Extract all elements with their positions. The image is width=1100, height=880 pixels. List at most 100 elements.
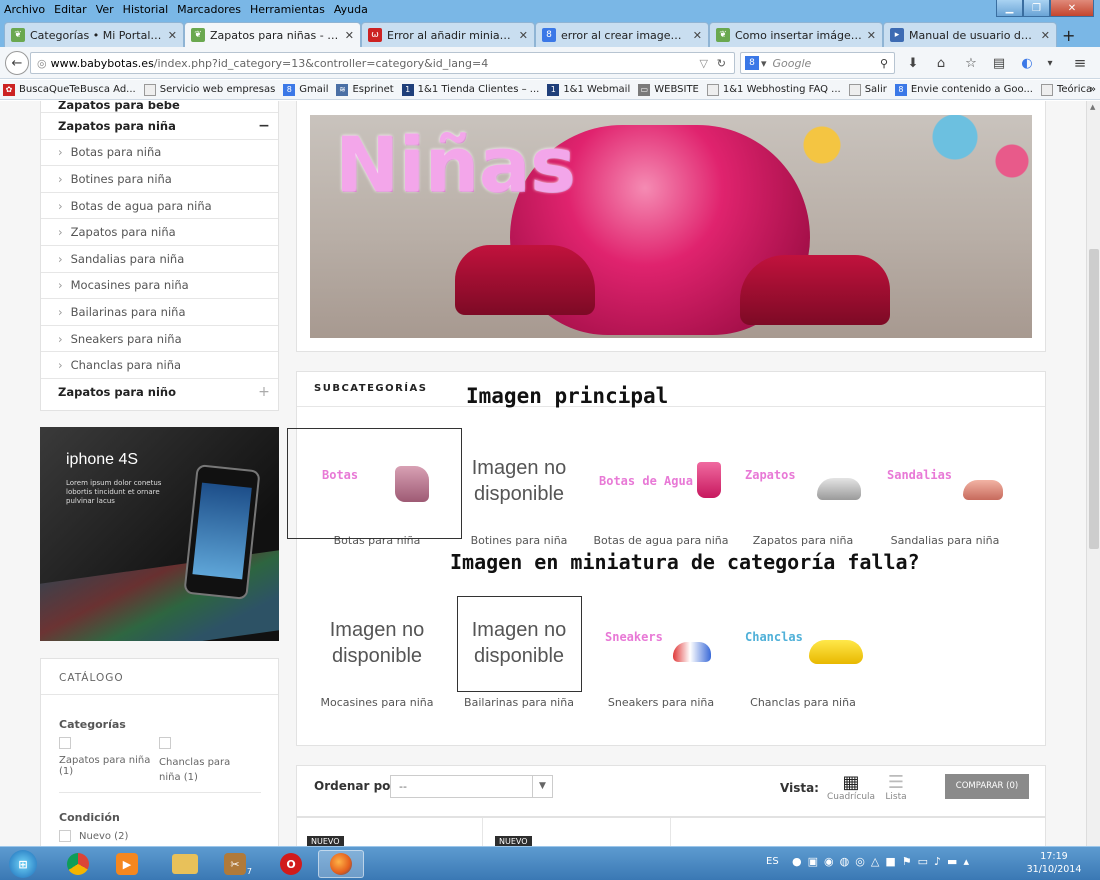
category-zapatos-bebe[interactable]: Zapatos para bebe — [41, 101, 278, 112]
maximize-button[interactable]: ❐ — [1023, 0, 1050, 17]
scrollbar-thumb[interactable] — [1089, 249, 1099, 549]
menu-editar[interactable]: Editar — [54, 3, 87, 16]
subcategory-zapatos[interactable]: Zapatos Zapatos para niña — [733, 436, 873, 547]
tab-insertar-imagenes[interactable]: ❦ Como insertar imágenes ... ✕ — [709, 22, 883, 47]
orange-tray-icon[interactable]: ■ — [885, 855, 895, 868]
update-tray-icon[interactable]: ◉ — [824, 855, 834, 868]
bookmark-servicio-web[interactable]: Servicio web empresas — [143, 83, 275, 96]
language-indicator[interactable]: ES — [766, 856, 779, 867]
subcategory-link[interactable]: › Chanclas para niña — [41, 351, 278, 378]
back-button[interactable]: ← — [5, 51, 29, 75]
menu-ayuda[interactable]: Ayuda — [334, 3, 368, 16]
subcategory-link[interactable]: › Botines para niña — [41, 165, 278, 192]
tab-zapatos-ninas[interactable]: ❦ Zapatos para niñas - Mi P... ✕ — [184, 22, 361, 47]
taskbar-media[interactable]: ▶ — [104, 850, 150, 878]
list-view-button[interactable]: ☰ Lista — [879, 774, 913, 803]
download-icon[interactable]: ⬇ — [904, 52, 922, 74]
subcategory-link[interactable]: › Bailarinas para niña — [41, 298, 278, 325]
bookmark-website[interactable]: ▭ WEBSITE — [638, 83, 699, 96]
flag-tray-icon[interactable]: ⚑ — [902, 855, 912, 868]
subcategory-thumbnail[interactable]: Botas de Agua — [591, 436, 731, 526]
battery-tray-icon[interactable]: ▬ — [947, 855, 957, 868]
search-icon[interactable]: ⚲ — [880, 57, 888, 70]
product-card[interactable]: NUEVO — [307, 818, 483, 846]
subcategory-thumbnail[interactable]: Zapatos — [733, 436, 873, 526]
close-window-button[interactable]: ✕ — [1050, 0, 1094, 17]
subcategory-sandalias[interactable]: Sandalias Sandalias para niña — [875, 436, 1015, 547]
taskbar-tools[interactable]: ✂ 7 — [212, 850, 258, 878]
menu-marcadores[interactable]: Marcadores — [177, 3, 241, 16]
warning-tray-icon[interactable]: △ — [871, 855, 879, 868]
bookmark-envie-contenido[interactable]: 8 Envie contenido a Goo... — [894, 83, 1033, 96]
tab-manual-usuario[interactable]: ▸ Manual de usuario de Pre... ✕ — [883, 22, 1057, 47]
grid-view-button[interactable]: ▦ Cuadrícula — [825, 774, 877, 803]
subcategory-thumbnail[interactable]: Chanclas — [733, 598, 873, 688]
bookmark-buscaquetebusca[interactable]: ✿ BuscaQueTeBusca Ad... — [3, 83, 136, 96]
search-bar[interactable]: 8 ▾ Google ⚲ — [740, 52, 895, 74]
category-zapatos-nino[interactable]: Zapatos para niño + — [41, 377, 278, 405]
chrome-tray-icon[interactable]: ● — [792, 855, 802, 868]
scroll-up-icon[interactable]: ▲ — [1090, 103, 1095, 111]
subcategory-thumbnail[interactable]: Sandalias — [875, 436, 1015, 526]
page-scrollbar[interactable]: ▲ — [1086, 101, 1100, 846]
subcategory-label[interactable]: Sneakers para niña — [591, 696, 731, 709]
subcategory-label[interactable]: Mocasines para niña — [307, 696, 447, 709]
subcategory-link[interactable]: › Mocasines para niña — [41, 271, 278, 299]
iphone-ad-banner[interactable]: iphone 4S Lorem ipsum dolor conetus lobo… — [40, 427, 279, 641]
subcategory-sneakers[interactable]: Sneakers Sneakers para niña — [591, 598, 731, 709]
filter-checkbox-chanclas[interactable] — [159, 737, 171, 749]
clock[interactable]: 17:19 31/10/2014 — [1020, 850, 1088, 876]
bookmark-gmail[interactable]: 8 Gmail — [283, 83, 328, 96]
subcategory-link[interactable]: › Botas de agua para niña — [41, 191, 278, 219]
tab-categorias[interactable]: ❦ Categorías • Mi Portal/C... ✕ — [4, 22, 184, 47]
close-tab-icon[interactable]: ✕ — [693, 29, 702, 42]
addon-icon[interactable]: ◐ — [1018, 52, 1036, 74]
subcategory-link[interactable]: › Botas para niña — [41, 138, 278, 166]
compare-button[interactable]: COMPARAR (0) — [945, 774, 1029, 799]
taskbar-firefox[interactable] — [318, 850, 364, 878]
menu-historial[interactable]: Historial — [123, 3, 168, 16]
chevron-down-icon[interactable]: ▾ — [1044, 52, 1056, 74]
bookmark-salir[interactable]: Salir — [848, 83, 887, 96]
taskbar-chrome[interactable] — [55, 850, 101, 878]
minimize-button[interactable]: ▁ — [996, 0, 1023, 17]
monitor-tray-icon[interactable]: ▣ — [808, 855, 818, 868]
subcategory-label[interactable]: Chanclas para niña — [733, 696, 873, 709]
subcategory-botines[interactable]: Imagen no disponible Botines para niña — [449, 436, 589, 547]
bookmark-teorica[interactable]: Teórica — [1040, 83, 1092, 96]
bookmark-1and1-faq[interactable]: 1&1 Webhosting FAQ ... — [706, 83, 841, 96]
taskbar-explorer[interactable] — [162, 850, 208, 878]
subcategory-label[interactable]: Botas de agua para niña — [591, 534, 731, 547]
menu-herramientas[interactable]: Herramientas — [250, 3, 325, 16]
subcategory-chanclas[interactable]: Chanclas Chanclas para niña — [733, 598, 873, 709]
subcategory-botas-agua[interactable]: Botas de Agua Botas de agua para niña — [591, 436, 731, 547]
subcategory-label[interactable]: Sandalias para niña — [875, 534, 1015, 547]
filter-checkbox-nuevo[interactable] — [59, 830, 71, 842]
subcategory-label[interactable]: Botines para niña — [449, 534, 589, 547]
tab-error-imagen[interactable]: 8 error al crear imagen sub... ✕ — [535, 22, 709, 47]
subcategory-link[interactable]: › Sandalias para niña — [41, 244, 278, 272]
network-tray-icon[interactable]: ▭ — [918, 855, 928, 868]
app-tray-icon[interactable]: ◍ — [840, 855, 850, 868]
collapse-icon[interactable]: − — [250, 118, 278, 134]
subcategory-link[interactable]: › Zapatos para niña — [41, 218, 278, 245]
menu-archivo[interactable]: Archivo — [4, 3, 45, 16]
subcategory-label[interactable]: Zapatos para niña — [733, 534, 873, 547]
sort-select[interactable]: -- ▼ — [390, 775, 553, 798]
more-bookmarks-icon[interactable]: » — [1090, 84, 1096, 95]
home-icon[interactable]: ⌂ — [932, 52, 950, 74]
expand-icon[interactable]: + — [250, 384, 278, 400]
signal-tray-icon[interactable]: ▴ — [963, 855, 969, 868]
bookmark-1and1-webmail[interactable]: 1 1&1 Webmail — [547, 83, 630, 96]
menu-ver[interactable]: Ver — [96, 3, 114, 16]
star-icon[interactable]: ☆ — [962, 52, 980, 74]
bookmark-esprinet[interactable]: ≋ Esprinet — [336, 83, 394, 96]
filter-checkbox-zapatos[interactable] — [59, 737, 71, 749]
category-zapatos-nina[interactable]: Zapatos para niña − — [41, 112, 278, 139]
subcategory-thumbnail[interactable]: Sneakers — [591, 598, 731, 688]
close-tab-icon[interactable]: ✕ — [168, 29, 177, 42]
dropdown-arrow-icon[interactable]: ▽ — [700, 57, 708, 70]
bookmarks-list-icon[interactable]: ▤ — [990, 52, 1008, 74]
close-tab-icon[interactable]: ✕ — [345, 29, 354, 42]
close-tab-icon[interactable]: ✕ — [867, 29, 876, 42]
